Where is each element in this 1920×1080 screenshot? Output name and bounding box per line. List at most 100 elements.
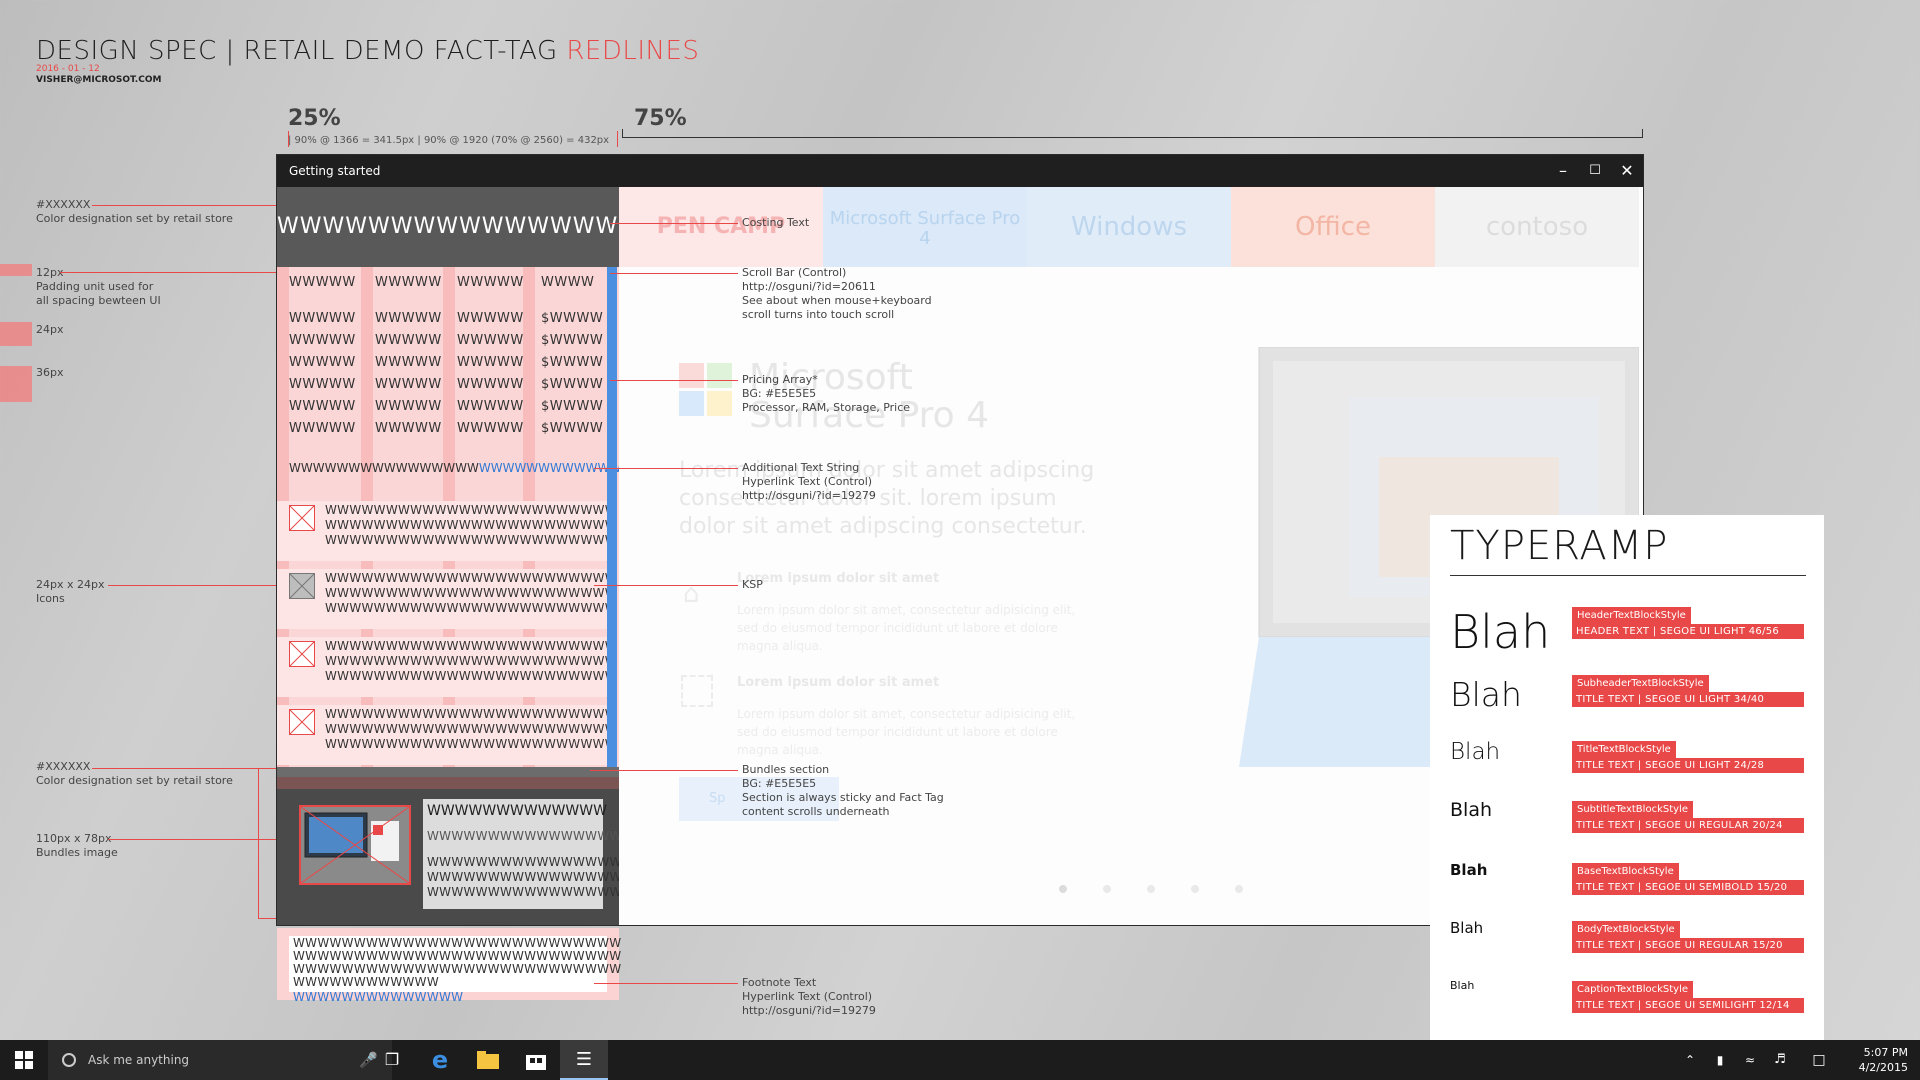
cta-label: Sp: [709, 791, 726, 806]
volume-icon[interactable]: ♬: [1766, 1040, 1794, 1080]
task-view-icon[interactable]: ❐: [368, 1040, 416, 1080]
ksp-item: WWWWWWWWWWWWWWWWWWWWWWWW WWWWWWWWWWWWWWW…: [277, 569, 617, 629]
pager-dot[interactable]: [1103, 885, 1111, 893]
style-name: BodyTextBlockStyle: [1572, 921, 1680, 938]
home-icon: ⌂: [683, 579, 700, 609]
bundle-line: WWWWWWWWWWWWWWWWW: [427, 870, 634, 884]
ksp-placeholder-icon: [289, 573, 315, 599]
style-name: CaptionTextBlockStyle: [1572, 981, 1694, 998]
additional-text-string: WWWWWWWWWWWWWWWWWWWWWWWWWWWW: [289, 461, 621, 475]
file-explorer-icon[interactable]: [464, 1040, 512, 1080]
style-spec: HEADER TEXT | SEGOE UI LIGHT 46/56: [1572, 624, 1804, 639]
ann-ksp: KSP: [742, 578, 763, 591]
ksp-item: WWWWWWWWWWWWWWWWWWWWWWWW WWWWWWWWWWWWWWW…: [277, 637, 617, 697]
store-icon[interactable]: [512, 1040, 560, 1080]
ksp-line: WWWWWWWWWWWWWWWWWWWWWWWW: [325, 533, 617, 547]
typeramp-tag: BaseTextBlockStyle TITLE TEXT | SEGOE UI…: [1572, 859, 1804, 895]
typeramp-sample-body: Blah: [1450, 919, 1484, 937]
ruler-right-pct: 75%: [634, 106, 687, 131]
wifi-icon[interactable]: ≈: [1736, 1040, 1764, 1080]
minimize-icon[interactable]: –: [1547, 155, 1579, 187]
hero-tile-windows[interactable]: Windows: [1027, 187, 1231, 267]
pager-dot[interactable]: [1235, 885, 1243, 893]
hero-tile-office[interactable]: Office: [1231, 187, 1435, 267]
footnote-link[interactable]: WWWWWWWWWWWWWW: [293, 990, 463, 1004]
footnote-text: WWWWWWWWWWWW: [293, 975, 439, 989]
ksp-line: WWWWWWWWWWWWWWWWWWWWWWWW: [325, 503, 617, 517]
ksp-line: WWWWWWWWWWWWWWWWWWWWWWWW: [325, 669, 617, 683]
note-size36: 36px: [36, 366, 64, 379]
pricing-header-cell: WWWWW: [375, 275, 442, 290]
bundle-title: WWWWWWWWWWWWW: [427, 803, 607, 819]
ann-bundles-1: Bundles section: [742, 763, 830, 776]
battery-icon[interactable]: ▮: [1706, 1040, 1734, 1080]
ann-bundles-3: Section is always sticky and Fact Tag: [742, 791, 944, 804]
search-placeholder: Ask me anything: [88, 1053, 190, 1067]
ann-scroll-3: See about when mouse+keyboard: [742, 294, 932, 307]
footnote-text-row: WWWWWWWWWWWW WWWWWWWWWWWWWW: [293, 975, 607, 1005]
pricing-cell: WWWWW: [375, 311, 442, 326]
search-input[interactable]: Ask me anything 🎤: [48, 1040, 392, 1080]
note-pad-desc1: Padding unit used for: [36, 280, 154, 293]
ksp-line: WWWWWWWWWWWWWWWWWWWWWWWW: [325, 639, 617, 653]
pricing-cell: WWWWW: [375, 377, 442, 392]
hero-tile-contoso[interactable]: contoso: [1435, 187, 1639, 267]
scroll-bar[interactable]: [607, 267, 617, 767]
window-title: Getting started: [289, 164, 381, 178]
close-icon[interactable]: ✕: [1611, 155, 1643, 187]
typeramp-sample-base: Blah: [1450, 861, 1488, 879]
bundle-line: WWWWWWWWWWWWWWWWW: [427, 885, 634, 899]
pricing-cell: WWWWW: [457, 377, 524, 392]
ann-additional-3: http://osguni/?id=19279: [742, 489, 876, 502]
feature-heading: Lorem ipsum dolor sit amet: [737, 571, 940, 586]
ruler-right-bracket: [622, 129, 1643, 138]
start-icon[interactable]: [0, 1040, 48, 1080]
doc-title-accent: REDLINES: [566, 36, 700, 66]
pricing-cell: WWWWW: [375, 355, 442, 370]
active-app-icon[interactable]: ☰: [560, 1040, 608, 1080]
note-icons-size: 24px x 24px: [36, 578, 105, 591]
ann-additional-line: [594, 468, 738, 469]
pricing-cell: WWWWW: [289, 311, 356, 326]
ann-additional-2: Hyperlink Text (Control): [742, 475, 873, 488]
doc-title: DESIGN SPEC | RETAIL DEMO FACT-TAG REDLI…: [36, 36, 699, 66]
pricing-cell: $WWWW: [541, 421, 604, 436]
clock-time: 5:07 PM: [1863, 1046, 1908, 1059]
pricing-cell: $WWWW: [541, 333, 604, 348]
pricing-cell: WWWWW: [457, 333, 524, 348]
typeramp-sample-title: Blah: [1450, 739, 1501, 765]
pager-dot[interactable]: [1147, 885, 1155, 893]
swatch-36px: [0, 366, 32, 402]
ann-bundles-2: BG: #E5E5E5: [742, 777, 817, 790]
ruler-left-pct: 25%: [288, 106, 341, 131]
note-pad-desc2: all spacing bewteen UI: [36, 294, 161, 307]
clock[interactable]: 5:07 PM 4/2/2015: [1859, 1045, 1908, 1075]
ann-footnote-2: Hyperlink Text (Control): [742, 990, 873, 1003]
action-center-icon[interactable]: □: [1804, 1040, 1834, 1080]
pager-dot[interactable]: [1059, 885, 1067, 893]
style-spec: TITLE TEXT | SEGOE UI LIGHT 34/40: [1572, 692, 1804, 707]
ruler-left-note: | 90% @ 1366 = 341.5px | 90% @ 1920 (70%…: [288, 135, 610, 146]
swatch-24px: [0, 322, 32, 346]
typeramp-sample-header: Blah: [1450, 605, 1551, 659]
chevron-up-icon[interactable]: ⌃: [1676, 1040, 1704, 1080]
ann-pricing-3: Processor, RAM, Storage, Price: [742, 401, 911, 414]
note-color2-line: [92, 768, 277, 769]
costing-text: WWWWWWWWWWWWWWWW: [277, 187, 640, 267]
ksp-line: WWWWWWWWWWWWWWWWWWWWWWWW: [325, 737, 617, 751]
pricing-cell: $WWWW: [541, 355, 604, 370]
ksp-item: WWWWWWWWWWWWWWWWWWWWWWWW WWWWWWWWWWWWWWW…: [277, 501, 617, 561]
note-color1-desc: Color designation set by retail store: [36, 212, 233, 225]
bundle-image: [299, 805, 411, 885]
pricing-array: WWWWW WWWWW WWWWW WWWW WWWWW WWWWW WWWWW…: [277, 267, 621, 767]
ann-bundles-line: [590, 770, 738, 771]
hero-tile-surface[interactable]: Microsoft Surface Pro 4: [823, 187, 1027, 267]
style-spec: TITLE TEXT | SEGOE UI REGULAR 15/20: [1572, 938, 1804, 953]
maximize-icon[interactable]: ☐: [1579, 155, 1611, 187]
pager-dot[interactable]: [1191, 885, 1199, 893]
note-pad-line: [60, 272, 277, 273]
ann-bundles-4: content scrolls underneath: [742, 805, 890, 818]
pricing-header-cell: WWWWW: [457, 275, 524, 290]
note-color2-desc: Color designation set by retail store: [36, 774, 233, 787]
edge-icon[interactable]: e: [416, 1040, 464, 1080]
